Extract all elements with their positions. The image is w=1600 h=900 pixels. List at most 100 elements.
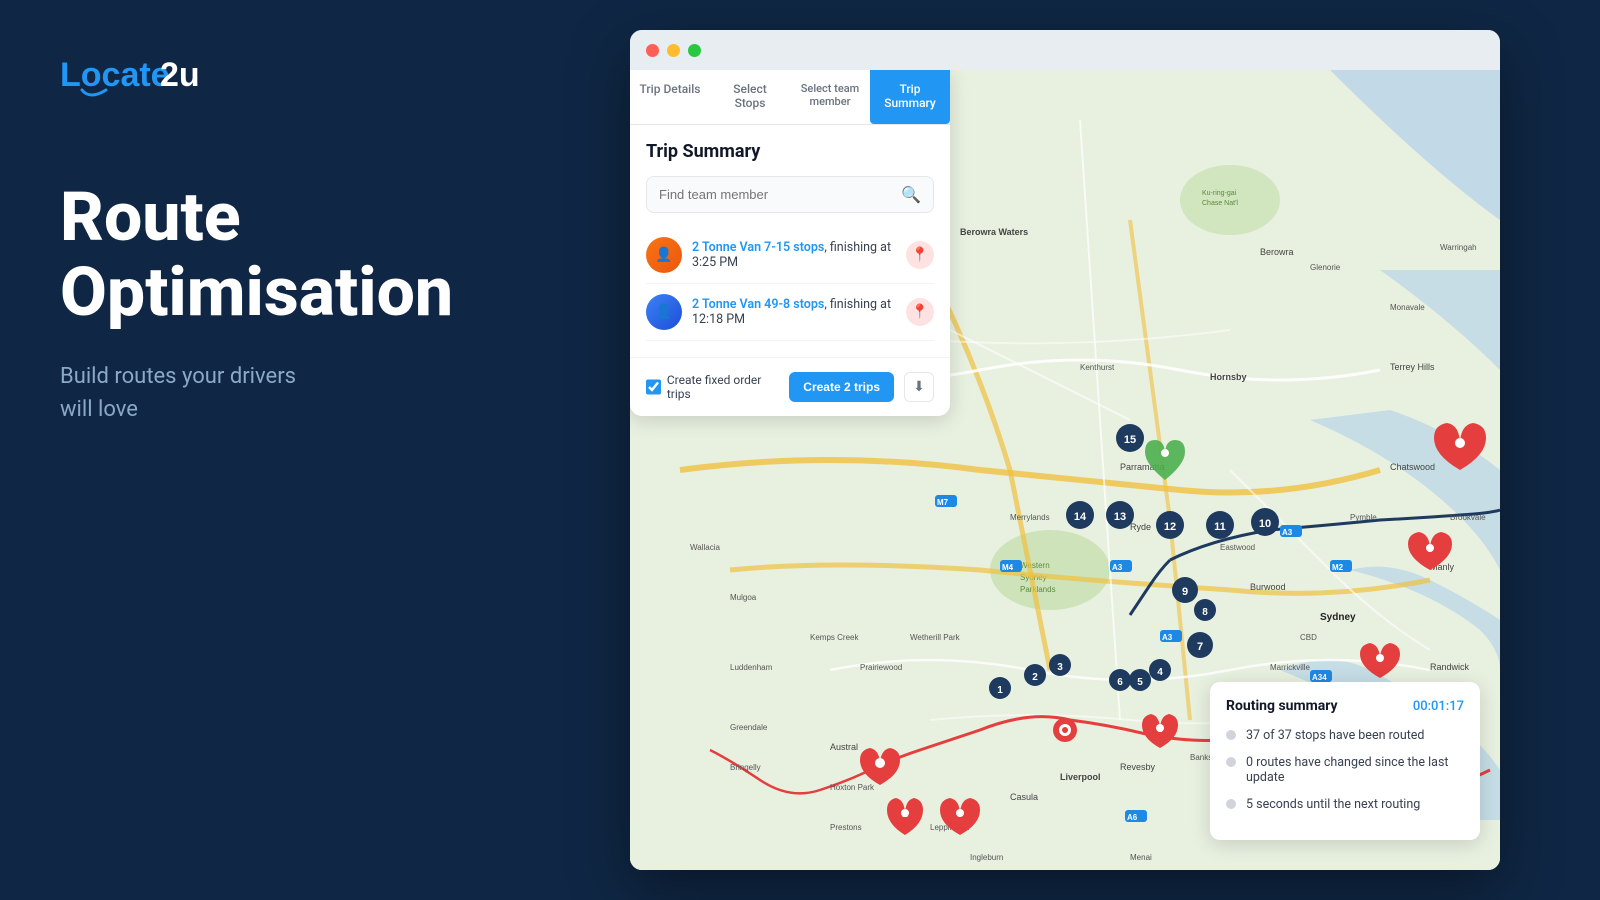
route-name-1: 2 Tonne Van 7-15 stops (692, 240, 824, 255)
svg-text:Wallacia: Wallacia (690, 543, 720, 552)
svg-text:15: 15 (1124, 434, 1136, 446)
stat-dot-2 (1226, 757, 1236, 767)
route-info-2: 2 Tonne Van 49-8 stops, finishing at 12:… (692, 297, 896, 327)
svg-text:9: 9 (1182, 586, 1188, 598)
svg-text:Glenorie: Glenorie (1310, 263, 1341, 272)
routing-summary-panel: Routing summary 00:01:17 37 of 37 stops … (1210, 682, 1480, 840)
tab-select-team[interactable]: Select team member (790, 70, 870, 124)
svg-text:A3: A3 (1112, 563, 1123, 572)
svg-text:Warringah: Warringah (1440, 243, 1477, 252)
svg-text:8: 8 (1202, 607, 1208, 618)
tab-trip-summary[interactable]: Trip Summary (870, 70, 950, 124)
svg-text:2: 2 (902, 809, 908, 820)
svg-text:A3: A3 (1162, 633, 1173, 642)
svg-text:Brookvale: Brookvale (1450, 513, 1486, 522)
svg-text:A3: A3 (1282, 528, 1293, 537)
panel-body: Trip Summary 🔍 👤 2 Tonne Van 7-15 stops,… (630, 125, 950, 357)
route-info-1: 2 Tonne Van 7-15 stops, finishing at 3:2… (692, 240, 896, 270)
routing-stat-text-1: 37 of 37 stops have been routed (1246, 728, 1424, 743)
svg-text:2u: 2u (160, 56, 200, 94)
svg-text:13: 13 (1114, 511, 1126, 523)
svg-text:Mulgoa: Mulgoa (730, 593, 757, 602)
svg-text:7: 7 (1197, 641, 1203, 653)
routing-summary-title: Routing summary (1226, 698, 1338, 714)
tabs-container: Trip Details Select Stops Select team me… (630, 70, 950, 125)
stat-dot-1 (1226, 730, 1236, 740)
search-input[interactable] (659, 187, 901, 202)
svg-text:Berowra Waters: Berowra Waters (960, 227, 1028, 237)
logo: Locate 2u (60, 50, 500, 100)
svg-text:A6: A6 (1127, 813, 1138, 822)
close-button[interactable] (646, 44, 659, 57)
route-pin-2: 📍 (906, 298, 934, 326)
svg-text:6: 6 (1377, 654, 1383, 665)
tab-select-stops[interactable]: Select Stops (710, 70, 790, 124)
hero-title: RouteOptimisation (60, 180, 500, 330)
svg-text:7: 7 (1427, 544, 1433, 555)
minimize-button[interactable] (667, 44, 680, 57)
svg-text:M2: M2 (1332, 563, 1344, 572)
avatar-2: 👤 (646, 294, 682, 330)
routing-stat-text-2: 0 routes have changed since the last upd… (1246, 755, 1464, 785)
trip-panel: Trip Details Select Stops Select team me… (630, 70, 950, 416)
svg-text:12: 12 (1164, 521, 1176, 533)
panel-title: Trip Summary (646, 141, 934, 162)
svg-text:Locate: Locate (60, 56, 170, 94)
svg-text:Revesby: Revesby (1120, 762, 1156, 772)
svg-text:Prestons: Prestons (830, 823, 862, 832)
svg-text:5: 5 (1137, 677, 1143, 688)
svg-text:Ku-ring-gai: Ku-ring-gai (1202, 190, 1237, 197)
svg-text:Bringelly: Bringelly (730, 763, 761, 772)
svg-text:Sydney: Sydney (1320, 612, 1356, 623)
browser-titlebar (630, 30, 1500, 70)
routing-stat-text-3: 5 seconds until the next routing (1246, 797, 1420, 812)
checkbox-label[interactable]: Create fixed order trips (646, 373, 779, 401)
svg-text:14: 14 (1074, 511, 1087, 523)
svg-text:Marrickville: Marrickville (1270, 663, 1311, 672)
svg-text:4: 4 (1157, 667, 1163, 678)
svg-text:Merrylands: Merrylands (1010, 513, 1050, 522)
svg-text:Austral: Austral (830, 742, 858, 752)
svg-text:1: 1 (877, 759, 883, 770)
svg-text:8: 8 (1457, 439, 1463, 450)
svg-text:A34: A34 (1312, 673, 1327, 682)
svg-text:Western: Western (1020, 561, 1050, 570)
svg-text:Terrey Hills: Terrey Hills (1390, 362, 1435, 372)
route-name-2: 2 Tonne Van 49-8 stops (692, 297, 824, 312)
svg-text:Chatswood: Chatswood (1390, 462, 1435, 472)
svg-text:Ingleburn: Ingleburn (970, 853, 1003, 862)
route-item-2: 👤 2 Tonne Van 49-8 stops, finishing at 1… (646, 284, 934, 341)
search-bar[interactable]: 🔍 (646, 176, 934, 213)
tab-trip-details[interactable]: Trip Details (630, 70, 710, 124)
logo-svg: Locate 2u (60, 50, 220, 100)
svg-text:M4: M4 (1002, 563, 1014, 572)
svg-text:3: 3 (1057, 662, 1063, 673)
svg-text:Monavale: Monavale (1390, 303, 1425, 312)
checkbox-text: Create fixed order trips (667, 373, 779, 401)
route-pin-1: 📍 (906, 241, 934, 269)
svg-text:Berowra: Berowra (1260, 247, 1294, 257)
avatar-1: 👤 (646, 237, 682, 273)
svg-text:Liverpool: Liverpool (1060, 772, 1101, 782)
routing-header: Routing summary 00:01:17 (1226, 698, 1464, 714)
route-item-1: 👤 2 Tonne Van 7-15 stops, finishing at 3… (646, 227, 934, 284)
svg-text:11: 11 (1214, 521, 1226, 533)
create-trips-button[interactable]: Create 2 trips (789, 372, 894, 402)
svg-text:M7: M7 (937, 498, 949, 507)
stat-dot-3 (1226, 799, 1236, 809)
maximize-button[interactable] (688, 44, 701, 57)
svg-text:Chase Nat'l: Chase Nat'l (1202, 200, 1238, 207)
fixed-order-checkbox[interactable] (646, 379, 661, 395)
svg-text:CBD: CBD (1300, 633, 1317, 642)
svg-text:3: 3 (957, 809, 963, 820)
routing-timer: 00:01:17 (1413, 699, 1464, 714)
svg-text:Pymble: Pymble (1350, 513, 1377, 522)
download-button[interactable]: ⬇ (904, 372, 934, 402)
search-icon: 🔍 (901, 185, 921, 204)
svg-text:Casula: Casula (1010, 792, 1038, 802)
svg-text:2: 2 (1032, 672, 1038, 683)
svg-text:Parklands: Parklands (1020, 585, 1056, 594)
svg-text:Prairiewood: Prairiewood (860, 663, 902, 672)
svg-text:Kemps Creek: Kemps Creek (810, 633, 859, 642)
browser-content: Western Sydney Parklands Ku-ring-gai Cha… (630, 70, 1500, 870)
